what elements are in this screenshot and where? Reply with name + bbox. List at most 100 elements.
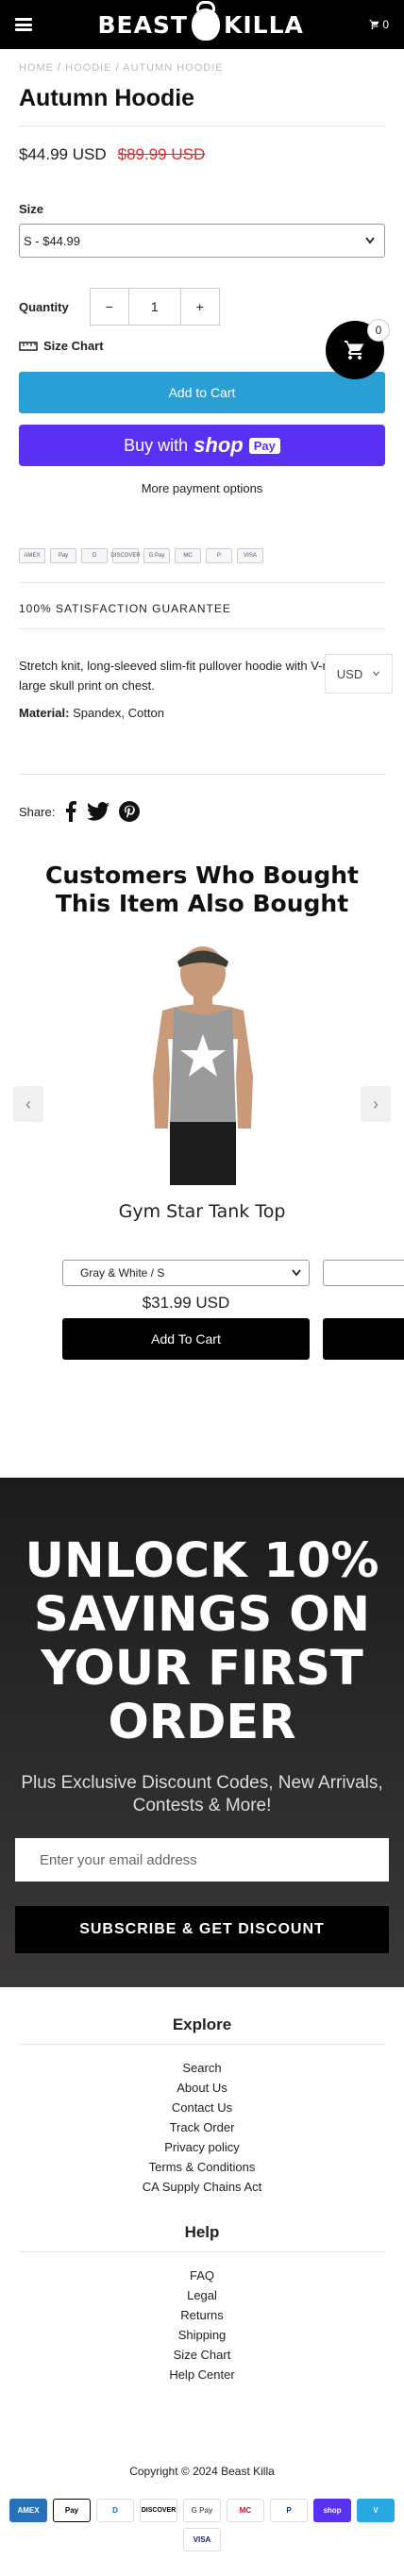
footer-link-returns[interactable]: Returns xyxy=(0,2305,404,2325)
also-bought-title: Customers Who Bought This Item Also Boug… xyxy=(45,861,359,917)
divider xyxy=(19,2251,385,2252)
cart-icon xyxy=(369,20,379,29)
next-variant-select[interactable] xyxy=(323,1260,404,1286)
size-chart-label: Size Chart xyxy=(43,339,104,353)
shop-pay-button[interactable]: Buy with shop Pay xyxy=(19,425,385,466)
share-row: Share: xyxy=(0,775,404,822)
footer-link-help-center[interactable]: Help Center xyxy=(0,2365,404,2384)
amex-icon: AMEX xyxy=(9,2499,47,2522)
size-label: Size xyxy=(19,202,44,216)
chevron-down-icon xyxy=(365,237,375,244)
quantity-stepper: − 1 + xyxy=(89,288,220,326)
footer-link-faq[interactable]: FAQ xyxy=(0,2266,404,2285)
footer-link-shipping[interactable]: Shipping xyxy=(0,2325,404,2345)
recommended-product-price: $31.99 USD xyxy=(142,1294,230,1312)
paypal-icon: P xyxy=(270,2499,308,2522)
site-header: BEAST KILLA 0 xyxy=(0,0,404,49)
also-bought-carousel: ‹ › Gym Star Tank Top Gray & White / S $… xyxy=(0,918,404,1360)
twitter-icon[interactable] xyxy=(87,802,110,821)
footer-link-privacy[interactable]: Privacy policy xyxy=(0,2137,404,2157)
copyright: Copyright © 2024 Beast Killa xyxy=(129,2465,275,2478)
next-add-to-cart-button[interactable] xyxy=(323,1318,404,1360)
recommended-add-to-cart-button[interactable]: Add To Cart xyxy=(62,1318,310,1360)
newsletter-promo: UNLOCK 10% SAVINGS ON YOUR FIRST ORDER P… xyxy=(0,1478,404,1987)
cart-count-badge: 0 xyxy=(367,319,390,342)
apple-pay-icon: Pay xyxy=(53,2499,91,2522)
footer-link-contact[interactable]: Contact Us xyxy=(0,2098,404,2117)
mastercard-icon: MC xyxy=(227,2499,264,2522)
cart-icon xyxy=(345,341,364,360)
header-cart[interactable]: 0 xyxy=(369,18,389,31)
promo-headline: UNLOCK 10% SAVINGS ON YOUR FIRST ORDER xyxy=(25,1533,379,1750)
footer-link-ca-supply[interactable]: CA Supply Chains Act xyxy=(0,2177,404,2197)
google-pay-icon: G Pay xyxy=(143,548,170,563)
quantity-row: Quantity − 1 + xyxy=(0,288,404,326)
menu-icon[interactable] xyxy=(15,18,32,31)
divider xyxy=(19,2044,385,2045)
pay-badge: Pay xyxy=(248,437,280,454)
promo-subtext: Plus Exclusive Discount Codes, New Arriv… xyxy=(21,1773,383,1815)
material-row: Material: Spandex, Cotton xyxy=(0,695,404,723)
kettlebell-icon xyxy=(191,1,220,41)
breadcrumb-current: AUTUMN HOODIE xyxy=(123,62,224,74)
help-heading: Help xyxy=(184,2223,220,2241)
quantity-decrease-button[interactable]: − xyxy=(91,289,128,325)
quantity-input[interactable]: 1 xyxy=(127,289,181,325)
carousel-prev-button[interactable]: ‹ xyxy=(13,1086,43,1122)
subscribe-button[interactable]: SUBSCRIBE & GET DISCOUNT xyxy=(15,1906,389,1953)
logo-left-text: BEAST xyxy=(97,10,188,39)
footer-explore: Explore Search About Us Contact Us Track… xyxy=(0,2016,404,2197)
footer-link-terms[interactable]: Terms & Conditions xyxy=(0,2157,404,2177)
venmo-icon: V xyxy=(357,2499,395,2522)
footer-payment-icons: AMEX Pay D DISCOVER G Pay MC P shop V VI… xyxy=(0,2499,404,2551)
add-to-cart-button[interactable]: Add to Cart xyxy=(19,372,385,413)
diners-icon: D xyxy=(81,548,108,563)
material-value: Spandex, Cotton xyxy=(73,706,164,720)
recommended-variant-select[interactable]: Gray & White / S xyxy=(62,1260,310,1286)
guarantee-text: 100% SATISFACTION GUARANTEE xyxy=(19,602,231,615)
breadcrumb-home[interactable]: HOME xyxy=(19,62,54,74)
diners-icon: D xyxy=(96,2499,134,2522)
footer-link-search[interactable]: Search xyxy=(0,2058,404,2078)
product-title: Autumn Hoodie xyxy=(19,85,195,111)
logo-right-text: KILLA xyxy=(223,10,304,39)
product-price-row: $44.99 USD $89.99 USD xyxy=(0,126,404,164)
payment-cards-row: AMEX Pay D DISCOVER G Pay MC P VISA xyxy=(0,495,404,563)
footer-link-track-order[interactable]: Track Order xyxy=(0,2117,404,2137)
footer-link-legal[interactable]: Legal xyxy=(0,2285,404,2305)
amex-icon: AMEX xyxy=(19,548,45,563)
email-input[interactable]: Enter your email address xyxy=(15,1838,389,1882)
more-payment-options-link[interactable]: More payment options xyxy=(0,466,404,495)
carousel-next-button[interactable]: › xyxy=(361,1086,391,1122)
site-logo[interactable]: BEAST KILLA xyxy=(97,1,304,41)
chevron-down-icon xyxy=(373,671,380,677)
quantity-increase-button[interactable]: + xyxy=(181,289,219,325)
variant-value: Gray & White / S xyxy=(80,1266,165,1280)
explore-heading: Explore xyxy=(172,2016,232,2033)
visa-icon: VISA xyxy=(237,548,263,563)
footer-help: Help FAQ Legal Returns Shipping Size Cha… xyxy=(0,2223,404,2384)
breadcrumb-hoodie[interactable]: HOODIE xyxy=(65,62,111,74)
discover-icon: DISCOVER xyxy=(110,548,141,563)
header-cart-count: 0 xyxy=(382,18,389,31)
share-label: Share: xyxy=(19,804,56,819)
pinterest-icon[interactable] xyxy=(119,801,141,822)
google-pay-icon: G Pay xyxy=(183,2499,221,2522)
material-label: Material: xyxy=(19,706,70,720)
currency-selector[interactable]: USD xyxy=(325,654,393,694)
buy-with-label: Buy with xyxy=(124,435,189,455)
compare-price: $89.99 USD xyxy=(117,145,206,163)
floating-cart-button[interactable]: 0 xyxy=(326,319,390,379)
facebook-icon[interactable] xyxy=(64,801,77,822)
footer-link-size-chart[interactable]: Size Chart xyxy=(0,2345,404,2365)
tank-top-model-image xyxy=(153,946,253,1185)
quantity-label: Quantity xyxy=(19,299,69,314)
footer-link-about[interactable]: About Us xyxy=(0,2078,404,2098)
chevron-down-icon xyxy=(292,1269,301,1277)
shop-pay-icon: shop xyxy=(313,2499,351,2522)
mastercard-icon: MC xyxy=(175,548,201,563)
paypal-icon: P xyxy=(206,548,232,563)
product-image[interactable] xyxy=(94,935,311,1185)
size-select[interactable]: S - $44.99 xyxy=(19,224,385,258)
recommended-product-title[interactable]: Gym Star Tank Top xyxy=(0,1201,404,1222)
